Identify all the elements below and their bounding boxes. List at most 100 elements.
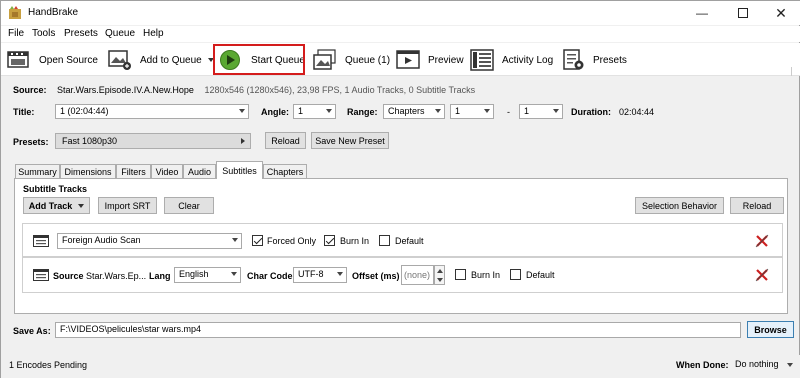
title-select[interactable]: 1 (02:04:44) [55,104,249,119]
queue-icon [313,49,336,70]
range-type-select[interactable]: Chapters [383,104,445,119]
range-start-value: 1 [455,106,461,116]
clear-button[interactable]: Clear [164,197,214,214]
film-reel-icon [7,51,29,68]
range-start-select[interactable]: 1 [450,104,494,119]
language-select[interactable]: English [174,267,241,283]
when-done-select[interactable]: Do nothing [735,359,795,373]
burn-in-checkbox[interactable] [455,269,466,280]
menu-help[interactable]: Help [143,28,164,39]
preview-icon [396,50,420,69]
source-value: Star.Wars.Ep... [86,271,147,281]
chevron-down-icon [232,238,238,242]
range-label: Range: [347,107,378,117]
window-title: HandBrake [28,7,79,18]
language-value: English [179,269,209,279]
forced-only-checkbox[interactable] [252,235,263,246]
maximize-icon [738,8,748,18]
minimize-button[interactable]: — [682,1,722,25]
preset-selector[interactable]: Fast 1080p30 [55,133,251,149]
default-label: Default [395,236,424,246]
preview-label: Preview [428,54,464,66]
subtitle-track-row: Foreign Audio Scan Forced Only Burn In D… [22,223,783,257]
save-as-label: Save As: [13,326,51,336]
queue-label: Queue (1) [345,54,391,66]
default-checkbox[interactable] [510,269,521,280]
menu-tools[interactable]: Tools [32,28,55,39]
preview-button[interactable]: Preview [396,46,464,74]
presets-button[interactable]: Presets [561,46,627,74]
close-icon: ✕ [775,4,787,21]
save-as-input[interactable]: F:\VIDEOS\pelicules\star wars.mp4 [55,322,741,338]
preset-value: Fast 1080p30 [62,136,118,146]
chevron-down-icon [553,109,559,113]
lang-label: Lang [149,271,171,281]
chevron-down-icon [231,272,237,276]
close-button[interactable]: ✕ [761,1,800,25]
tab-subtitles[interactable]: Subtitles [216,161,263,179]
menu-queue[interactable]: Queue [105,28,135,39]
chevron-down-icon [787,363,793,367]
tab-summary[interactable]: Summary [15,164,60,178]
browse-button[interactable]: Browse [747,321,794,338]
handbrake-logo-icon [9,6,21,19]
when-done-value: Do nothing [735,359,779,369]
range-dash: - [507,107,510,117]
subtitle-track-value: Foreign Audio Scan [62,235,141,245]
tab-chapters[interactable]: Chapters [263,164,307,178]
presets-icon [563,49,584,70]
queue-button[interactable]: Queue (1) [313,46,390,74]
toolbar-scrollbar[interactable] [791,67,797,76]
angle-select[interactable]: 1 [293,104,336,119]
chevron-down-icon [484,109,490,113]
presets-row-label: Presets: [13,137,49,147]
subtitle-track-row: Source Star.Wars.Ep... Lang English Char… [22,257,783,293]
preset-reload-button[interactable]: Reload [265,132,306,149]
save-as-value: F:\VIDEOS\pelicules\star wars.mp4 [60,324,202,334]
title-value: 1 (02:04:44) [60,106,109,116]
open-source-button[interactable]: Open Source [7,46,98,74]
chevron-down-icon [435,109,441,113]
source-label: Source [53,271,84,281]
save-new-preset-button[interactable]: Save New Preset [311,132,389,149]
add-to-queue-label: Add to Queue [140,54,202,66]
duration-value: 02:04:44 [619,107,655,117]
title-bar: HandBrake — ✕ [1,1,800,25]
maximize-button[interactable] [723,1,763,25]
add-to-queue-button[interactable]: Add to Queue [108,46,214,74]
activity-log-label: Activity Log [502,54,554,66]
menu-bar: File Tools Presets Queue Help [1,26,800,42]
encodes-pending: 1 Encodes Pending [9,360,88,370]
activity-log-icon [470,49,494,71]
offset-stepper[interactable] [434,265,445,285]
tab-audio[interactable]: Audio [183,164,216,178]
activity-log-button[interactable]: Activity Log [470,46,553,74]
offset-input[interactable]: (none) [401,265,434,285]
remove-track-icon[interactable] [755,234,769,248]
char-code-select[interactable]: UTF-8 [293,267,347,283]
add-to-queue-icon [108,50,131,70]
source-info: 1280x546 (1280x546), 23,98 FPS, 1 Audio … [204,85,476,95]
add-track-button[interactable]: Add Track [23,197,90,214]
subtitles-reload-button[interactable]: Reload [730,197,784,214]
angle-value: 1 [298,106,304,116]
menu-presets[interactable]: Presets [64,28,98,39]
tab-filters[interactable]: Filters [116,164,151,178]
chevron-down-icon [78,203,85,208]
minimize-icon: — [696,6,708,20]
offset-label: Offset (ms) [352,271,400,281]
chevron-right-icon [241,138,245,144]
remove-track-icon[interactable] [755,268,769,282]
stepper-up-icon[interactable] [437,269,443,273]
tab-video[interactable]: Video [151,164,183,178]
default-checkbox[interactable] [379,235,390,246]
tab-dimensions[interactable]: Dimensions [60,164,116,178]
subtitle-track-select[interactable]: Foreign Audio Scan [57,233,242,249]
menu-file[interactable]: File [8,28,24,39]
chevron-down-icon [239,109,245,113]
range-end-select[interactable]: 1 [519,104,563,119]
stepper-down-icon[interactable] [437,278,443,282]
import-srt-button[interactable]: Import SRT [98,197,157,214]
burn-in-checkbox[interactable] [324,235,335,246]
selection-behavior-button[interactable]: Selection Behavior [635,197,724,214]
